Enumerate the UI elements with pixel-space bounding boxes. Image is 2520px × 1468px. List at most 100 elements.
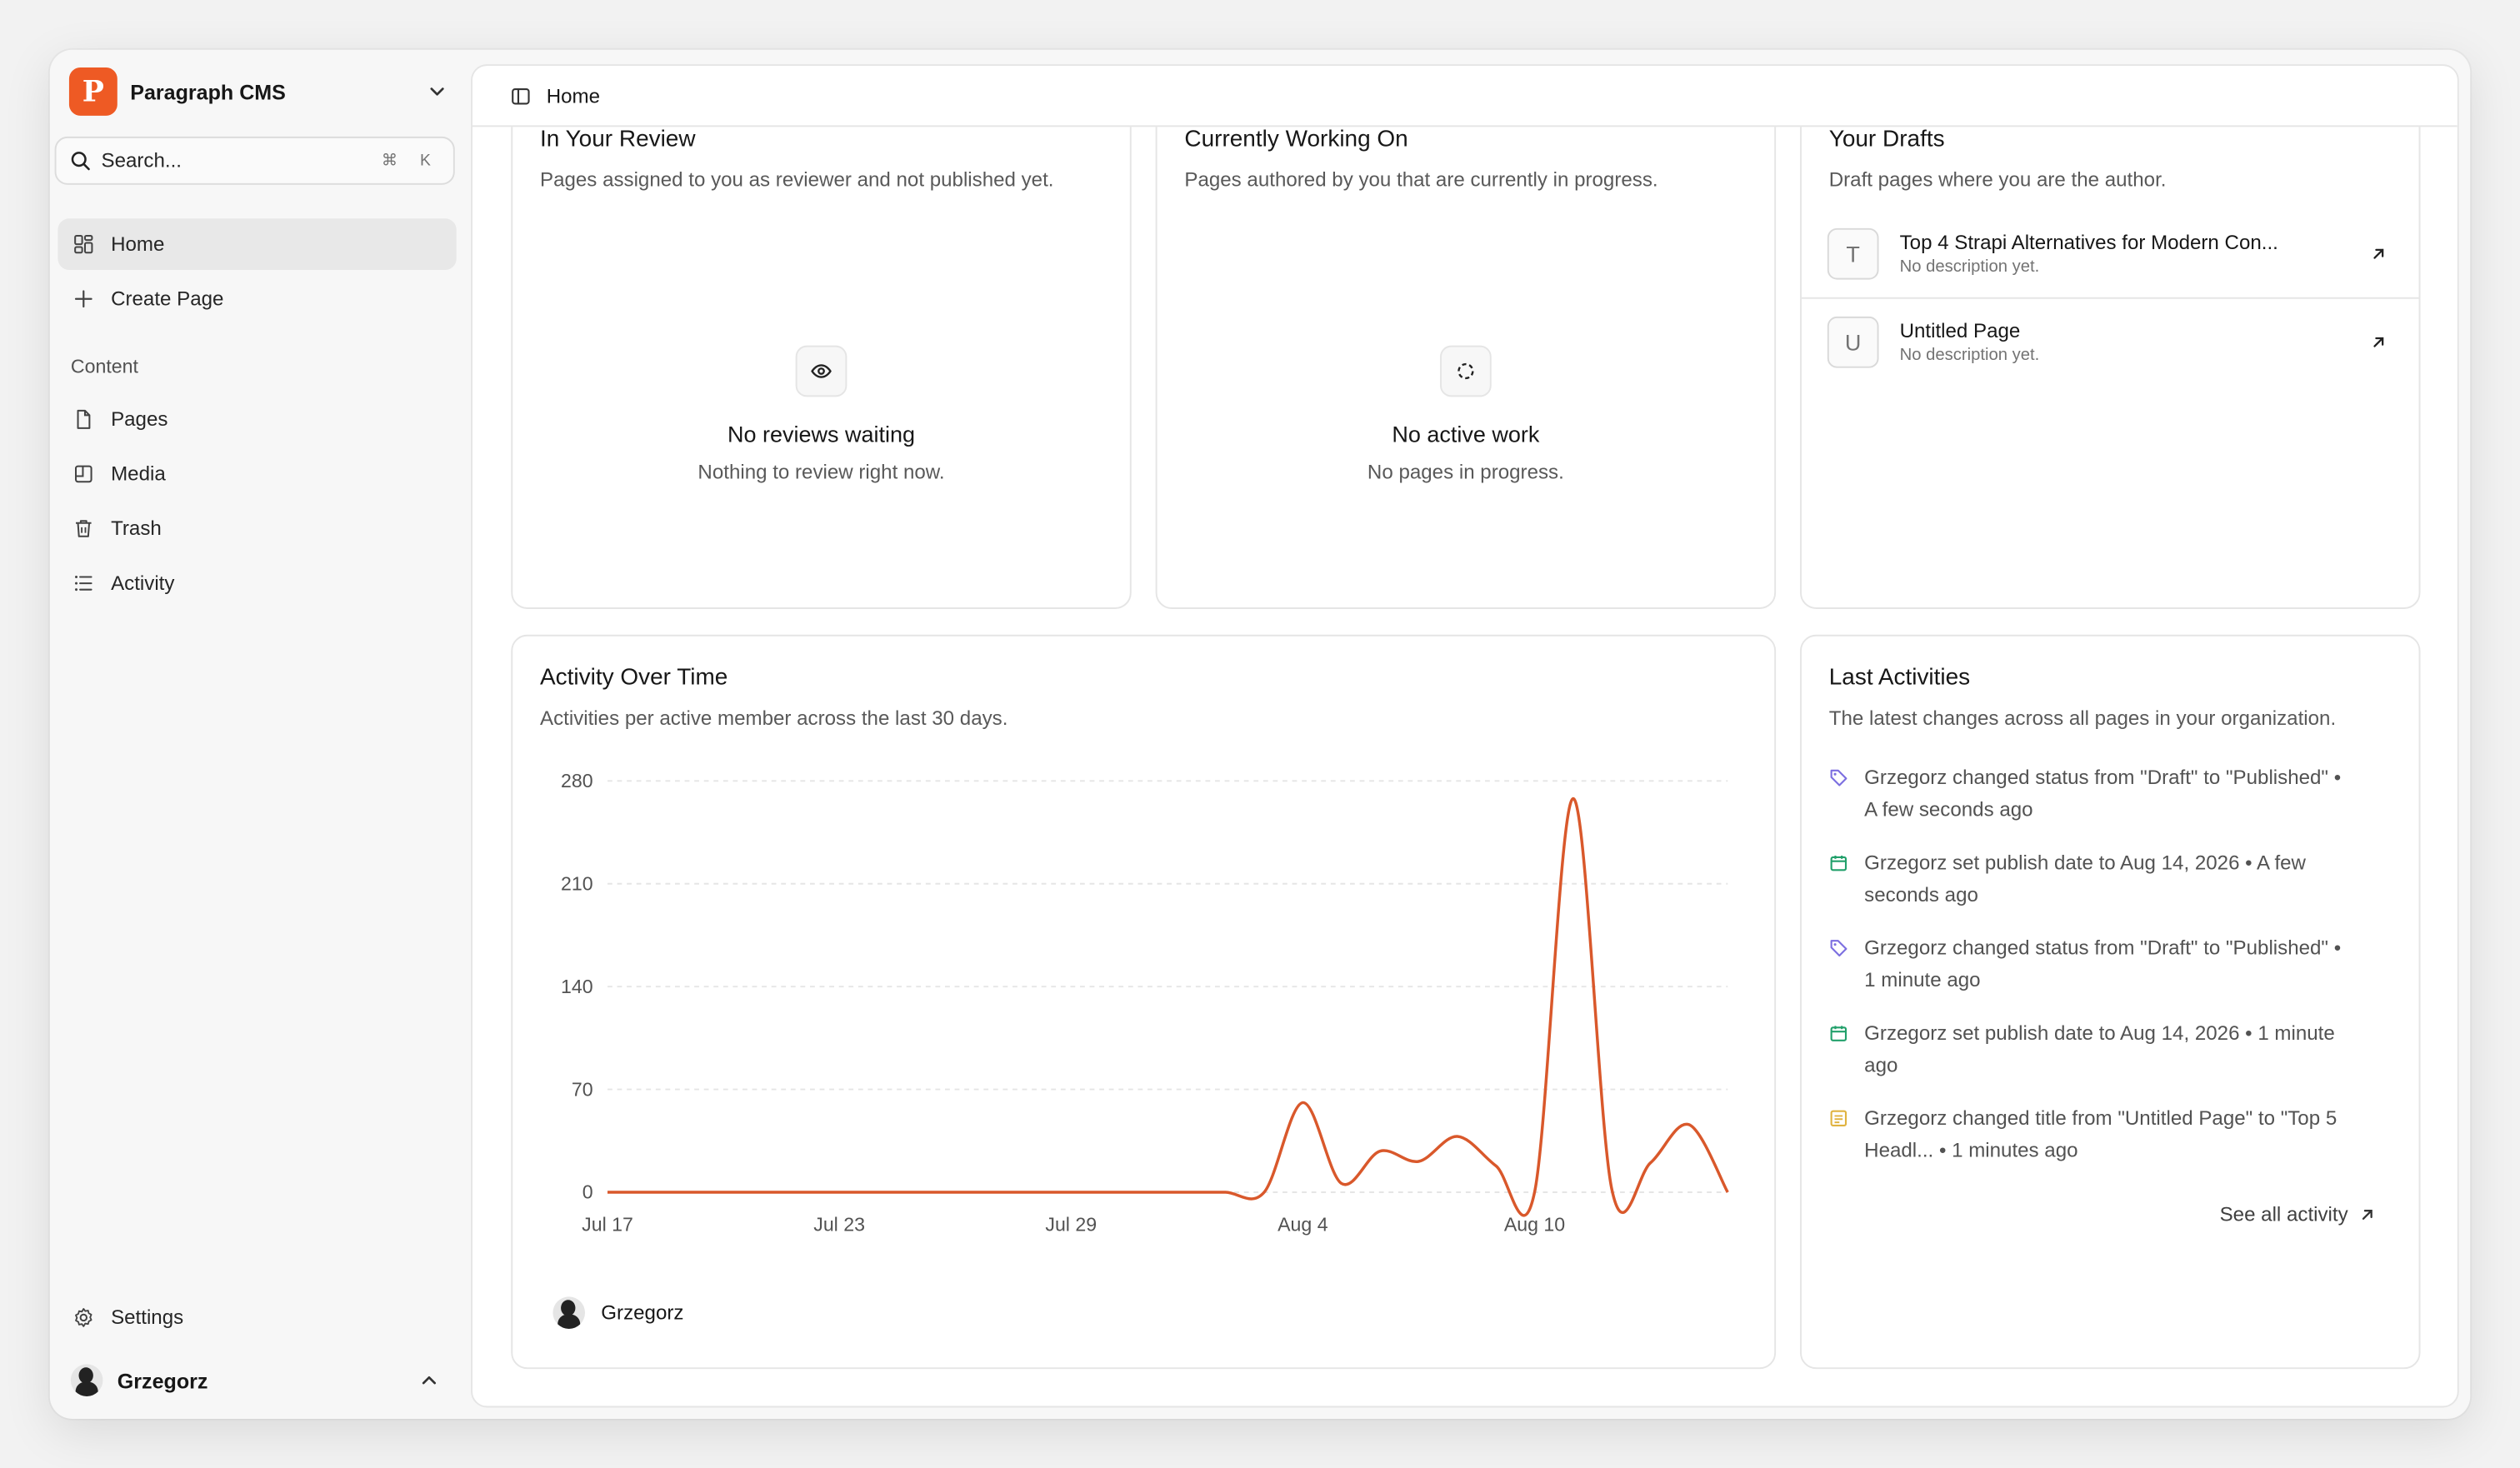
empty-state-title: No active work xyxy=(1392,421,1540,447)
card-title: Last Activities xyxy=(1828,665,1971,692)
x-tick-label: Jul 29 xyxy=(1045,1213,1097,1235)
sidebar-item-home[interactable]: Home xyxy=(58,218,457,271)
activity-line-1: Grzegorz set publish date to Aug 14, 202… xyxy=(1864,851,2306,875)
sidebar-item-activity[interactable]: Activity xyxy=(58,557,456,609)
user-name: Grzegorz xyxy=(117,1368,208,1393)
card-subtitle: Draft pages where you are the author. xyxy=(1828,168,2167,192)
empty-state-subtitle: No pages in progress. xyxy=(1367,461,1564,484)
activity-line-2: 1 minute ago xyxy=(1864,968,1981,991)
activity-item: Grzegorz set publish date to Aug 14, 202… xyxy=(1829,1017,2400,1081)
y-tick-label: 280 xyxy=(561,770,593,791)
home-grid-icon xyxy=(74,235,93,254)
draft-item[interactable]: T Top 4 Strapi Alternatives for Modern C… xyxy=(1802,209,2419,297)
activity-line-2: ago xyxy=(1864,1054,1898,1077)
sidebar-section-content: Content xyxy=(70,355,138,378)
activity-text: Grzegorz set publish date to Aug 14, 202… xyxy=(1864,846,2306,911)
activity-line-2: Headl... • 1 minutes ago xyxy=(1864,1139,2078,1162)
y-tick-label: 70 xyxy=(572,1078,593,1100)
shortcut-key: K xyxy=(419,152,431,170)
search-icon xyxy=(71,152,90,171)
draft-title: Top 4 Strapi Alternatives for Modern Con… xyxy=(1899,230,2278,253)
draft-description: No description yet. xyxy=(1899,345,2040,365)
series-line-grzegorz xyxy=(608,796,1729,1217)
external-arrow-icon xyxy=(2373,247,2384,258)
activity-item: Grzegorz changed status from "Draft" to … xyxy=(1829,932,2400,996)
card-title: Currently Working On xyxy=(1184,127,1408,153)
last-activities-card: Last Activities The latest changes acros… xyxy=(1800,634,2421,1370)
empty-state-icon xyxy=(795,345,848,397)
tag-icon xyxy=(1830,940,1848,956)
x-tick-label: Aug 10 xyxy=(1504,1213,1565,1235)
working-card: Currently Working On Pages authored by y… xyxy=(1155,97,1777,609)
sidebar-item-create-page[interactable]: Create Page xyxy=(58,273,456,325)
empty-state-icon xyxy=(1440,345,1492,397)
trash-icon xyxy=(76,520,92,537)
chevron-down-icon xyxy=(430,87,444,96)
activity-item: Grzegorz set publish date to Aug 14, 202… xyxy=(1829,846,2400,911)
x-tick-label: Jul 17 xyxy=(582,1213,633,1235)
loader-icon xyxy=(1458,362,1474,380)
sidebar-item-pages[interactable]: Pages xyxy=(58,394,456,446)
gear-icon xyxy=(75,1308,92,1327)
sidebar-item-trash[interactable]: Trash xyxy=(58,503,456,555)
y-tick-label: 0 xyxy=(582,1181,593,1203)
image-icon xyxy=(74,465,92,483)
see-all-activity-link[interactable]: See all activity xyxy=(2220,1204,2376,1226)
activity-line-2: seconds ago xyxy=(1864,883,1978,906)
title-icon xyxy=(1830,1110,1848,1127)
sidebar-item-label: Home xyxy=(111,232,165,256)
search-shortcut: ⌘ K xyxy=(382,152,431,169)
activity-item: Grzegorz changed status from "Draft" to … xyxy=(1829,761,2400,826)
workspace-switcher[interactable]: P Paragraph CMS xyxy=(68,66,455,117)
chevron-up-icon xyxy=(422,1376,437,1385)
main-panel: Home In Your Review Pages assigned to yo… xyxy=(471,64,2459,1408)
external-arrow-icon xyxy=(2362,1210,2372,1221)
list-icon xyxy=(74,575,92,592)
activity-line-1: Grzegorz set publish date to Aug 14, 202… xyxy=(1864,1021,2335,1045)
legend-label: Grzegorz xyxy=(601,1301,684,1325)
activity-item: Grzegorz changed title from "Untitled Pa… xyxy=(1829,1102,2400,1166)
card-subtitle: Pages authored by you that are currently… xyxy=(1184,168,1658,192)
page-title: Home xyxy=(546,84,601,107)
draft-description: No description yet. xyxy=(1899,256,2040,276)
sidebar-item-media[interactable]: Media xyxy=(58,448,456,500)
user-menu[interactable]: Grzegorz xyxy=(58,1355,456,1406)
sidebar: P Paragraph CMS Search... ⌘ K Home Creat… xyxy=(50,50,471,1419)
avatar xyxy=(70,1364,103,1396)
topbar: Home xyxy=(472,66,2458,127)
sidebar-item-label: Pages xyxy=(111,407,168,431)
sidebar-item-settings[interactable]: Settings xyxy=(58,1292,456,1344)
sidebar-toggle-icon[interactable] xyxy=(511,86,530,105)
external-arrow-icon xyxy=(2373,337,2384,347)
drafts-card: Your Drafts Draft pages where you are th… xyxy=(1800,97,2421,609)
card-subtitle: The latest changes across all pages in y… xyxy=(1828,707,2337,730)
activity-line-2: A few seconds ago xyxy=(1864,798,2033,821)
activity-line-1: Grzegorz changed title from "Untitled Pa… xyxy=(1864,1106,2338,1130)
x-tick-label: Aug 4 xyxy=(1278,1213,1328,1235)
file-icon xyxy=(77,409,91,429)
legend-avatar xyxy=(552,1296,586,1329)
sidebar-item-label: Create Page xyxy=(111,287,224,311)
activity-line-1: Grzegorz changed status from "Draft" to … xyxy=(1864,936,2342,960)
plus-icon xyxy=(74,290,92,308)
app-window: P Paragraph CMS Search... ⌘ K Home Creat… xyxy=(49,49,2471,1419)
shortcut-mod: ⌘ xyxy=(381,152,398,170)
calendar-icon xyxy=(1830,1026,1848,1041)
sidebar-item-label: Activity xyxy=(111,572,175,595)
activity-text: Grzegorz changed status from "Draft" to … xyxy=(1864,932,2341,996)
draft-initial: T xyxy=(1827,227,1879,279)
search-input[interactable]: Search... ⌘ K xyxy=(54,136,455,185)
brand-name: Paragraph CMS xyxy=(130,79,286,104)
activity-line-1: Grzegorz changed status from "Draft" to … xyxy=(1864,766,2342,789)
tag-icon xyxy=(1830,769,1848,786)
chart-legend: Grzegorz xyxy=(552,1296,683,1329)
calendar-icon xyxy=(1830,855,1848,871)
draft-item[interactable]: U Untitled Page No description yet. xyxy=(1801,297,2419,386)
draft-initial: U xyxy=(1827,316,1879,368)
empty-state-subtitle: Nothing to review right now. xyxy=(698,461,945,484)
card-title: In Your Review xyxy=(540,127,696,153)
draft-title: Untitled Page xyxy=(1899,319,2021,342)
see-all-label: See all activity xyxy=(2219,1203,2348,1226)
x-tick-label: Jul 23 xyxy=(813,1213,865,1235)
activity-chart-card: Activity Over Time Activities per active… xyxy=(511,634,1777,1370)
